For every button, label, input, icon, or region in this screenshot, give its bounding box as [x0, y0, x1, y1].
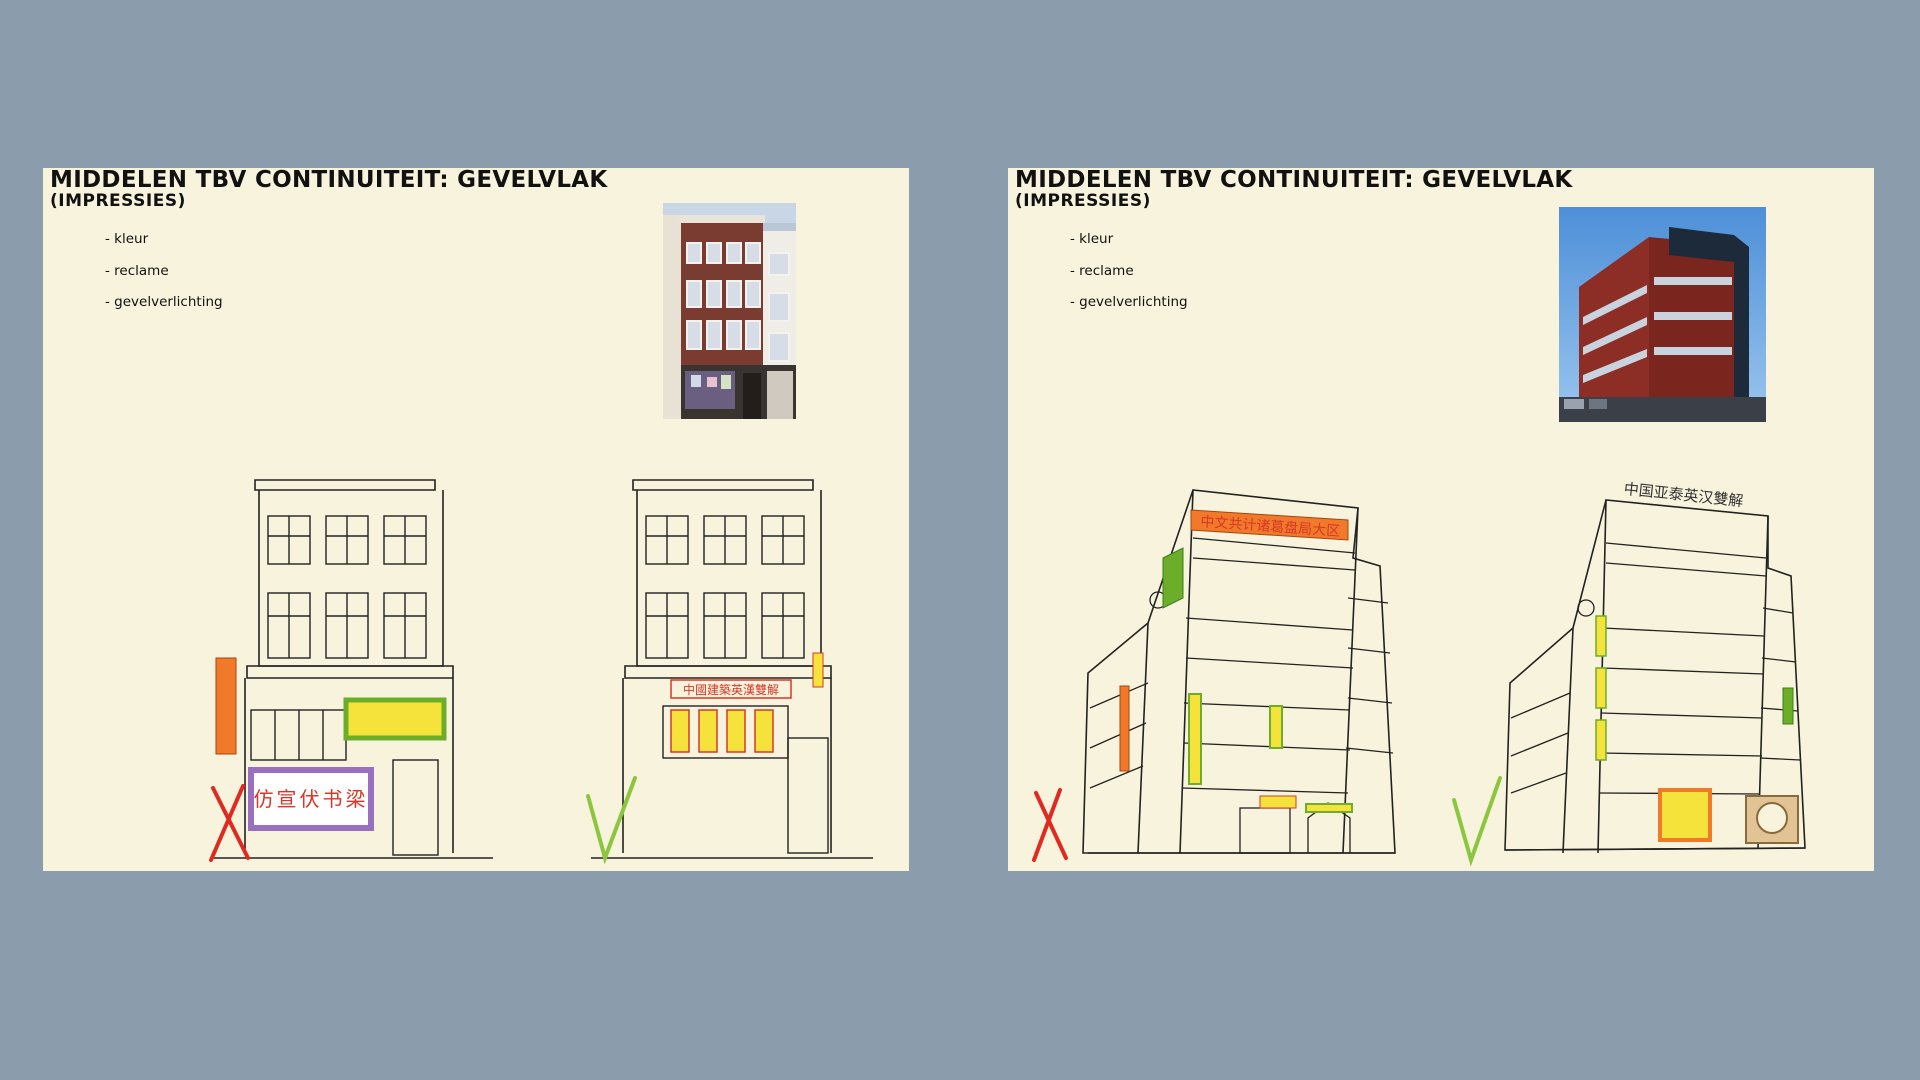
bullet-item: - kleur: [105, 231, 149, 247]
slide-title: MIDDELEN TBV CONTINUITEIT: GEVELVLAK: [50, 168, 608, 193]
bullet-list: - kleur - reclame - gevelverlichting: [105, 231, 223, 326]
slide-title: MIDDELEN TBV CONTINUITEIT: GEVELVLAK: [1015, 168, 1573, 193]
photo-dutch-townhouse: [663, 203, 796, 419]
svg-text:中国亚泰英汉雙解: 中国亚泰英汉雙解: [1623, 480, 1744, 510]
townhouse-sketch-with-subtle-signs: [591, 479, 873, 859]
office-sketch-with-bright-signs: [1082, 489, 1396, 854]
bullet-item: - kleur: [1070, 231, 1114, 247]
bullet-item: - gevelverlichting: [105, 294, 223, 310]
bullet-list: - kleur - reclame - gevelverlichting: [1070, 231, 1188, 326]
bullet-item: - gevelverlichting: [1070, 294, 1188, 310]
slide-left: MIDDELEN TBV CONTINUITEIT: GEVELVLAK (IM…: [43, 168, 909, 871]
bullet-item: - reclame: [105, 262, 169, 279]
sketch-area: 中文共计诸葛盘局大区 中国亚泰英汉雙解: [1032, 480, 1806, 867]
sketch-area: 仿宣伏书梁 中國建築英漢雙解: [209, 479, 873, 865]
check-mark: [586, 776, 637, 865]
slide-subtitle: (IMPRESSIES): [50, 191, 186, 211]
slide-right: MIDDELEN TBV CONTINUITEIT: GEVELVLAK (IM…: [1008, 168, 1874, 871]
slide-subtitle: (IMPRESSIES): [1015, 191, 1151, 211]
cross-mark: [1032, 788, 1068, 862]
check-mark: [1452, 776, 1502, 867]
cross-mark: [209, 784, 250, 862]
photo-red-brick-office: [1559, 207, 1766, 422]
svg-text:仿宣伏书梁: 仿宣伏书梁: [254, 787, 369, 811]
svg-text:中國建築英漢雙解: 中國建築英漢雙解: [683, 682, 779, 697]
bullet-item: - reclame: [1070, 262, 1134, 279]
